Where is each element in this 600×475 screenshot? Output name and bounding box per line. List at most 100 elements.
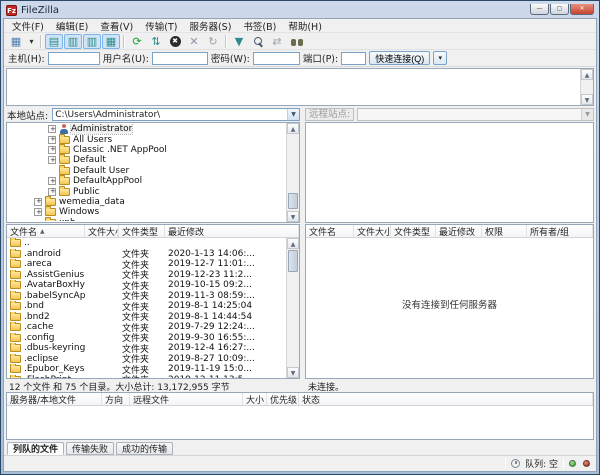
file-name: .. (24, 238, 30, 248)
process-queue-icon[interactable]: ⇅ (147, 34, 165, 49)
column-header-type[interactable]: 文件类型 (391, 225, 436, 237)
tree-item-label: Public (73, 187, 100, 197)
expand-plus-icon[interactable] (48, 177, 56, 185)
column-header-owner[interactable]: 所有者/组 (527, 225, 593, 237)
refresh-icon[interactable]: ⟳ (128, 34, 146, 49)
menu-item[interactable]: 传输(T) (139, 19, 183, 33)
filter-icon[interactable]: ▼ (230, 34, 248, 49)
toggle-queue-icon[interactable]: ▦ (102, 34, 120, 49)
file-modified: 2019-11-3 08:59:... (165, 291, 286, 301)
quickconnect-dropdown-icon[interactable]: ▾ (433, 51, 447, 65)
username-input[interactable] (152, 52, 208, 65)
menu-item[interactable]: 文件(F) (6, 19, 50, 33)
column-header-size[interactable]: 文件大小 (354, 225, 391, 237)
scroll-up-icon[interactable]: ▲ (581, 69, 593, 80)
file-modified: 2019-11-19 15:0... (165, 364, 286, 374)
column-header-size[interactable]: 文件大小 (85, 225, 119, 237)
column-header-name[interactable]: 文件名 (306, 225, 354, 237)
cancel-icon[interactable]: ✖ (166, 34, 184, 49)
menu-item[interactable]: 书签(B) (237, 19, 282, 33)
tree-item-label: Default (73, 155, 106, 165)
scrollbar-thumb[interactable] (288, 250, 298, 272)
column-header-status[interactable]: 状态 (299, 393, 593, 405)
local-status-text: 12 个文件 和 75 个目录。大小总计: 13,172,955 字节 (6, 379, 300, 392)
file-modified: 2019-9-30 16:55:... (165, 333, 286, 343)
sync-browse-icon[interactable]: ⇄ (268, 34, 286, 49)
menu-item[interactable]: 帮助(H) (282, 19, 328, 33)
file-name: .AssistGenius (24, 270, 84, 280)
local-site-combo[interactable]: C:\Users\Administrator\ ▼ (52, 108, 300, 121)
password-input[interactable] (253, 52, 300, 65)
scroll-up-icon[interactable]: ▲ (287, 123, 299, 134)
file-row[interactable]: .FlashPrint 文件夹 2019-12-11 13:5... (7, 375, 286, 379)
scroll-down-icon[interactable]: ▼ (287, 211, 299, 222)
tree-item[interactable]: DefaultAppPool (8, 176, 285, 186)
local-list-scrollbar[interactable]: ▲ ▼ (286, 238, 299, 378)
menu-item[interactable]: 编辑(E) (50, 19, 94, 33)
local-pane: 本地站点: C:\Users\Administrator\ ▼ Administ… (6, 107, 300, 392)
toolbar-separator[interactable] (225, 35, 227, 48)
tab-queued-files[interactable]: 列队的文件 (7, 442, 64, 455)
toggle-local-tree-icon[interactable]: ▥ (64, 34, 82, 49)
toolbar-separator[interactable] (123, 35, 125, 48)
file-modified: 2019-8-1 14:25:04 (165, 301, 286, 311)
expand-plus-icon[interactable] (48, 136, 56, 144)
column-header-modified[interactable]: 最近修改 (436, 225, 482, 237)
toggle-remote-tree-icon[interactable]: ▥ (83, 34, 101, 49)
remote-list-header: 文件名 文件大小 文件类型 最近修改 权限 所有者/组 (306, 225, 593, 238)
scroll-up-icon[interactable]: ▲ (287, 238, 299, 249)
port-input[interactable] (341, 52, 366, 65)
expand-plus-icon[interactable] (34, 208, 42, 216)
column-header-type[interactable]: 文件类型 (119, 225, 165, 237)
column-header-size[interactable]: 大小 (243, 393, 267, 405)
toggle-message-log-icon[interactable]: ▤ (45, 34, 63, 49)
minimize-button[interactable]: — (530, 4, 549, 15)
column-header-direction[interactable]: 方向 (102, 393, 130, 405)
tree-item[interactable]: Default User (8, 166, 285, 176)
tab-successful-transfers[interactable]: 成功的传输 (116, 442, 173, 455)
host-label: 主机(H): (8, 51, 45, 65)
host-input[interactable] (48, 52, 100, 65)
site-manager-dropdown-icon[interactable]: ▾ (26, 34, 37, 49)
scroll-down-icon[interactable]: ▼ (581, 94, 593, 105)
tree-item[interactable]: Default (8, 155, 285, 165)
tab-failed-transfers[interactable]: 传输失败 (66, 442, 114, 455)
file-modified: 2019-10-15 09:2... (165, 280, 286, 290)
folder-icon (59, 156, 70, 164)
find-icon[interactable] (287, 34, 305, 49)
expand-plus-icon[interactable] (48, 125, 56, 133)
folder-icon (59, 124, 68, 134)
tree-item[interactable]: Windows (8, 207, 285, 217)
column-header-remote-file[interactable]: 远程文件 (130, 393, 243, 405)
toolbar-separator[interactable] (40, 35, 42, 48)
column-header-permissions[interactable]: 权限 (482, 225, 527, 237)
menu-item[interactable]: 查看(V) (94, 19, 139, 33)
column-header-local-file[interactable]: 服务器/本地文件 (7, 393, 102, 405)
scroll-down-icon[interactable]: ▼ (287, 367, 299, 378)
tree-item[interactable]: All Users (8, 134, 285, 144)
tree-item[interactable]: Classic .NET AppPool (8, 145, 285, 155)
tree-item[interactable]: xph (8, 218, 285, 221)
maximize-button[interactable]: ▢ (550, 4, 569, 15)
expand-plus-icon[interactable] (48, 188, 56, 196)
compare-icon[interactable] (249, 34, 267, 49)
disconnect-icon[interactable]: ✕ (185, 34, 203, 49)
column-header-modified[interactable]: 最近修改 (165, 225, 299, 237)
column-header-priority[interactable]: 优先级 (267, 393, 299, 405)
reconnect-icon[interactable]: ↻ (204, 34, 222, 49)
expand-plus-icon[interactable] (48, 146, 56, 154)
chevron-down-icon[interactable]: ▼ (287, 109, 299, 120)
message-log-scrollbar[interactable]: ▲ ▼ (580, 69, 593, 105)
quickconnect-button[interactable]: 快速连接(Q) (369, 51, 430, 65)
scrollbar-thumb[interactable] (288, 193, 298, 209)
site-manager-icon[interactable]: ▦ (7, 34, 25, 49)
local-tree-scrollbar[interactable]: ▲ ▼ (286, 123, 299, 222)
menu-item[interactable]: 服务器(S) (183, 19, 237, 33)
tree-item[interactable]: Administrator (8, 124, 285, 134)
close-button[interactable]: ✕ (570, 4, 594, 15)
queue-tabs: 列队的文件 传输失败 成功的传输 (4, 440, 596, 455)
expand-plus-icon[interactable] (48, 156, 56, 164)
column-header-name[interactable]: 文件名▲ (7, 225, 85, 237)
expand-plus-icon[interactable] (34, 198, 42, 206)
folder-icon (45, 219, 56, 221)
